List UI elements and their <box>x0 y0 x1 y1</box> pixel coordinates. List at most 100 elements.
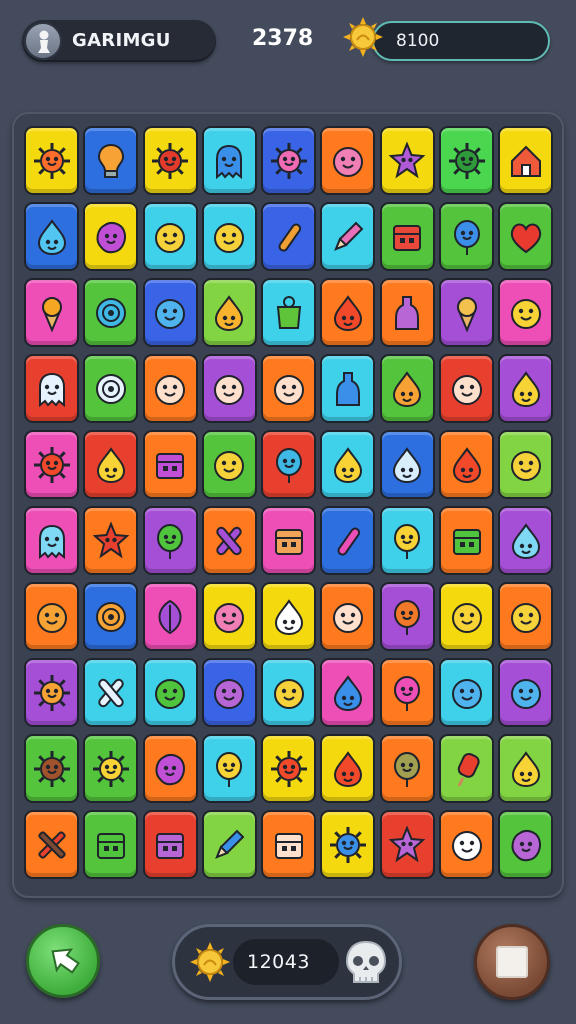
tile-r3-c3[interactable] <box>201 354 257 423</box>
tile-r4-c5[interactable] <box>320 430 376 499</box>
tile-r2-c8[interactable] <box>498 278 554 347</box>
tile-r6-c4[interactable] <box>261 582 317 651</box>
tile-r8-c8[interactable] <box>498 734 554 803</box>
tile-r0-c4[interactable] <box>261 126 317 195</box>
tile-r7-c1[interactable] <box>83 658 139 727</box>
menu-button[interactable] <box>474 924 550 1000</box>
tile-r4-c7[interactable] <box>439 430 495 499</box>
game-board <box>12 112 564 898</box>
tile-r5-c2[interactable] <box>142 506 198 575</box>
tile-r5-c5[interactable] <box>320 506 376 575</box>
tile-r1-c4[interactable] <box>261 202 317 271</box>
tile-r0-c0[interactable] <box>24 126 79 195</box>
tile-r6-c2[interactable] <box>142 582 198 651</box>
tile-r8-c5[interactable] <box>320 734 376 803</box>
tile-r9-c0[interactable] <box>24 810 79 879</box>
tile-r4-c0[interactable] <box>24 430 79 499</box>
tile-r4-c8[interactable] <box>498 430 554 499</box>
tile-r3-c6[interactable] <box>379 354 435 423</box>
tile-r0-c5[interactable] <box>320 126 376 195</box>
drop-icon <box>96 446 125 483</box>
tile-r0-c6[interactable] <box>379 126 435 195</box>
tile-r0-c3[interactable] <box>201 126 257 195</box>
tile-r5-c0[interactable] <box>24 506 79 575</box>
tile-r2-c7[interactable] <box>439 278 495 347</box>
tile-r9-c3[interactable] <box>201 810 257 879</box>
tile-r1-c5[interactable] <box>320 202 376 271</box>
tile-r7-c6[interactable] <box>379 658 435 727</box>
tile-r1-c1[interactable] <box>83 202 139 271</box>
tile-r6-c7[interactable] <box>439 582 495 651</box>
tile-r5-c7[interactable] <box>439 506 495 575</box>
tile-r9-c2[interactable] <box>142 810 198 879</box>
tile-r7-c4[interactable] <box>261 658 317 727</box>
tile-r6-c3[interactable] <box>201 582 257 651</box>
tile-r8-c4[interactable] <box>261 734 317 803</box>
drop-icon <box>215 294 244 331</box>
tile-r8-c1[interactable] <box>83 734 139 803</box>
tile-r1-c2[interactable] <box>142 202 198 271</box>
ghost-icon <box>216 144 243 179</box>
tile-r8-c7[interactable] <box>439 734 495 803</box>
tile-r7-c0[interactable] <box>24 658 79 727</box>
tile-r1-c0[interactable] <box>24 202 79 271</box>
tile-r7-c7[interactable] <box>439 658 495 727</box>
tile-r4-c2[interactable] <box>142 430 198 499</box>
tile-r7-c3[interactable] <box>201 658 257 727</box>
tile-r9-c5[interactable] <box>320 810 376 879</box>
tile-r6-c1[interactable] <box>83 582 139 651</box>
tile-r3-c5[interactable] <box>320 354 376 423</box>
tile-r4-c1[interactable] <box>83 430 139 499</box>
tile-r2-c0[interactable] <box>24 278 79 347</box>
tile-r2-c1[interactable] <box>83 278 139 347</box>
tile-r2-c3[interactable] <box>201 278 257 347</box>
skull-icon[interactable] <box>343 939 389 991</box>
tile-r1-c6[interactable] <box>379 202 435 271</box>
tile-r5-c6[interactable] <box>379 506 435 575</box>
tile-r0-c1[interactable] <box>83 126 139 195</box>
tile-r0-c8[interactable] <box>498 126 554 195</box>
tile-r3-c7[interactable] <box>439 354 495 423</box>
tile-r3-c8[interactable] <box>498 354 554 423</box>
tile-r6-c6[interactable] <box>379 582 435 651</box>
tile-r9-c6[interactable] <box>379 810 435 879</box>
back-button[interactable] <box>26 924 100 998</box>
tile-r0-c2[interactable] <box>142 126 198 195</box>
tile-r8-c0[interactable] <box>24 734 79 803</box>
tile-r4-c6[interactable] <box>379 430 435 499</box>
tile-r2-c5[interactable] <box>320 278 376 347</box>
tile-r6-c5[interactable] <box>320 582 376 651</box>
tile-r2-c2[interactable] <box>142 278 198 347</box>
tile-r5-c8[interactable] <box>498 506 554 575</box>
tile-r7-c2[interactable] <box>142 658 198 727</box>
tile-r5-c4[interactable] <box>261 506 317 575</box>
tile-r3-c0[interactable] <box>24 354 79 423</box>
tile-r0-c7[interactable] <box>439 126 495 195</box>
tile-r3-c1[interactable] <box>83 354 139 423</box>
tile-r8-c2[interactable] <box>142 734 198 803</box>
tile-r3-c2[interactable] <box>142 354 198 423</box>
player-badge[interactable]: GARIMGU <box>22 20 216 62</box>
tile-r1-c3[interactable] <box>201 202 257 271</box>
tile-r2-c4[interactable] <box>261 278 317 347</box>
tile-r4-c3[interactable] <box>201 430 257 499</box>
drop-icon <box>511 370 540 407</box>
tile-r1-c8[interactable] <box>498 202 554 271</box>
tile-r4-c4[interactable] <box>261 430 317 499</box>
tile-r9-c4[interactable] <box>261 810 317 879</box>
tile-r1-c7[interactable] <box>439 202 495 271</box>
tile-r9-c1[interactable] <box>83 810 139 879</box>
tile-r8-c6[interactable] <box>379 734 435 803</box>
tile-r9-c8[interactable] <box>498 810 554 879</box>
tile-r8-c3[interactable] <box>201 734 257 803</box>
tile-r7-c5[interactable] <box>320 658 376 727</box>
drop-icon <box>511 522 540 559</box>
tile-r5-c3[interactable] <box>201 506 257 575</box>
tile-r6-c8[interactable] <box>498 582 554 651</box>
tile-r5-c1[interactable] <box>83 506 139 575</box>
tile-r2-c6[interactable] <box>379 278 435 347</box>
tile-r7-c8[interactable] <box>498 658 554 727</box>
tile-r6-c0[interactable] <box>24 582 79 651</box>
tile-r9-c7[interactable] <box>439 810 495 879</box>
tile-r3-c4[interactable] <box>261 354 317 423</box>
